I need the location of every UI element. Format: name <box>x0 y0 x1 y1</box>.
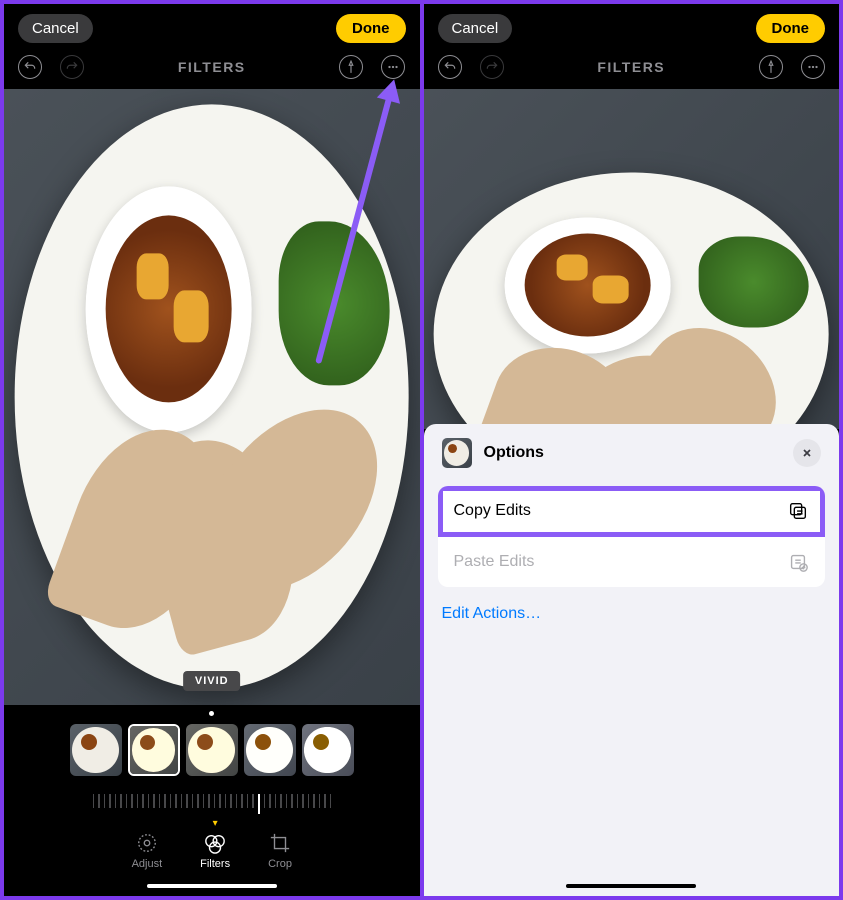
undo-icon[interactable] <box>18 55 42 79</box>
filter-thumb-dramatic[interactable] <box>302 724 354 776</box>
undo-icon[interactable] <box>438 55 462 79</box>
crop-icon <box>269 832 291 854</box>
home-indicator[interactable] <box>566 884 696 888</box>
tab-label: Adjust <box>132 858 163 870</box>
filters-icon <box>204 832 226 854</box>
filter-thumb-vivid[interactable] <box>128 724 180 776</box>
tab-label: Filters <box>200 858 230 870</box>
right-screenshot: Cancel Done FILTERS Opt <box>424 4 840 896</box>
adjust-icon <box>136 832 158 854</box>
more-icon[interactable] <box>381 55 405 79</box>
filter-thumb-vivid-warm[interactable] <box>186 724 238 776</box>
filter-thumb-original[interactable] <box>70 724 122 776</box>
cancel-button[interactable]: Cancel <box>18 14 93 43</box>
close-button[interactable] <box>793 439 821 467</box>
filter-name-badge: VIVID <box>183 671 241 691</box>
left-screenshot: Cancel Done FILTERS VIVID <box>4 4 420 896</box>
tab-crop[interactable]: Crop <box>268 832 292 870</box>
sheet-thumbnail <box>442 438 472 468</box>
options-list: Copy Edits Paste Edits <box>438 486 826 587</box>
screen-title: FILTERS <box>597 59 665 75</box>
photo-preview[interactable] <box>424 89 840 429</box>
redo-icon[interactable] <box>480 55 504 79</box>
more-icon[interactable] <box>801 55 825 79</box>
edit-actions-link[interactable]: Edit Actions… <box>424 591 840 637</box>
cancel-button[interactable]: Cancel <box>438 14 513 43</box>
tab-adjust[interactable]: Adjust <box>132 832 163 870</box>
close-icon <box>801 447 813 459</box>
photo-preview[interactable]: VIVID <box>4 89 420 705</box>
sheet-title: Options <box>484 444 782 462</box>
markup-icon[interactable] <box>759 55 783 79</box>
top-bar: Cancel Done <box>4 4 420 49</box>
tab-label: Crop <box>268 858 292 870</box>
copy-edits-icon <box>787 500 809 522</box>
options-sheet: Options Copy Edits Paste Edits Edit Acti… <box>424 424 840 896</box>
copy-edits-item[interactable]: Copy Edits <box>438 486 826 537</box>
tab-filters[interactable]: Filters <box>200 832 230 870</box>
done-button[interactable]: Done <box>336 14 406 43</box>
page-indicator <box>4 705 420 720</box>
screen-title: FILTERS <box>178 59 246 75</box>
redo-icon[interactable] <box>60 55 84 79</box>
toolbar: FILTERS <box>4 49 420 89</box>
filter-thumb-vivid-cool[interactable] <box>244 724 296 776</box>
done-button[interactable]: Done <box>756 14 826 43</box>
home-indicator[interactable] <box>147 884 277 888</box>
filter-thumbnails <box>4 720 420 786</box>
item-label: Paste Edits <box>454 553 535 571</box>
paste-edits-item: Paste Edits <box>438 537 826 587</box>
toolbar: FILTERS <box>424 49 840 89</box>
top-bar: Cancel Done <box>424 4 840 49</box>
markup-icon[interactable] <box>339 55 363 79</box>
paste-edits-icon <box>787 551 809 573</box>
editor-tabs: Adjust Filters Crop <box>4 826 420 884</box>
sheet-header: Options <box>424 424 840 482</box>
item-label: Copy Edits <box>454 502 531 520</box>
